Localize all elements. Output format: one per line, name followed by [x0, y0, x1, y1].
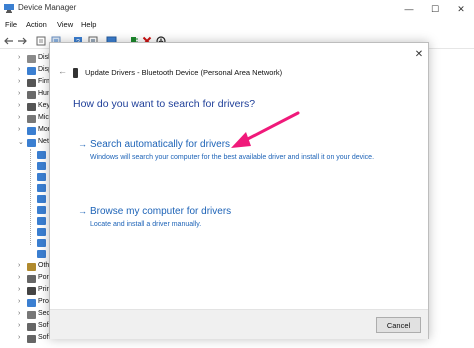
disk-drive-icon: [27, 55, 36, 63]
option-title[interactable]: Browse my computer for drivers: [90, 206, 231, 217]
expand-icon[interactable]: ›: [18, 274, 20, 281]
menu-action[interactable]: Action: [26, 20, 47, 29]
menu-view[interactable]: View: [57, 20, 73, 29]
security-devices-icon: [27, 311, 36, 319]
option-title[interactable]: Search automatically for drivers: [90, 139, 230, 150]
expand-icon[interactable]: ›: [18, 114, 20, 121]
network-adapter-icon: [37, 217, 46, 225]
tree-item-label: Oth: [38, 262, 50, 269]
back-arrow-icon[interactable]: ←: [58, 66, 67, 76]
display-adapter-icon: [27, 67, 36, 75]
expand-icon[interactable]: ›: [18, 322, 20, 329]
mice-icon: [27, 115, 36, 123]
network-adapter-icon: [37, 162, 46, 170]
dialog-footer: Cancel: [50, 309, 428, 339]
maximize-button[interactable]: ☐: [425, 1, 445, 17]
minimize-button[interactable]: —: [399, 1, 419, 17]
processors-icon: [27, 299, 36, 307]
collapse-icon[interactable]: ⌄: [18, 138, 24, 146]
device-manager-icon: [4, 4, 14, 13]
expand-icon[interactable]: ›: [18, 102, 20, 109]
option-arrow-icon: →: [78, 139, 87, 149]
option-description: Windows will search your computer for th…: [90, 154, 375, 161]
dialog-close-button[interactable]: ✕: [412, 47, 426, 61]
menu-help[interactable]: Help: [81, 20, 96, 29]
network-adapter-icon: [27, 139, 36, 147]
forward-arrow-icon[interactable]: [16, 35, 27, 46]
network-adapter-icon: [37, 151, 46, 159]
expand-icon[interactable]: ›: [18, 78, 20, 85]
expand-icon[interactable]: ›: [18, 126, 20, 133]
firmware-icon: [27, 79, 36, 87]
properties-icon[interactable]: [35, 35, 46, 46]
menu-file[interactable]: File: [5, 20, 17, 29]
network-adapter-icon: [37, 173, 46, 181]
title-bar: Device Manager — ☐ ✕: [0, 0, 474, 18]
tree-item-label: Mic: [38, 114, 49, 121]
expand-icon[interactable]: ›: [18, 298, 20, 305]
window-title: Device Manager: [18, 3, 77, 12]
ports-icon: [27, 275, 36, 283]
keyboard-icon: [27, 103, 36, 111]
network-adapter-icon: [37, 239, 46, 247]
print-queues-icon: [27, 287, 36, 295]
menu-bar: File Action View Help: [0, 18, 474, 32]
expand-icon[interactable]: ›: [18, 262, 20, 269]
network-adapter-icon: [37, 250, 46, 258]
expand-icon[interactable]: ›: [18, 310, 20, 317]
dialog-title: Update Drivers - Bluetooth Device (Perso…: [85, 68, 283, 77]
update-drivers-dialog: ✕ ← Update Drivers - Bluetooth Device (P…: [49, 42, 429, 339]
network-adapter-icon: [37, 195, 46, 203]
expand-icon[interactable]: ›: [18, 54, 20, 61]
network-adapter-icon: [37, 184, 46, 192]
human-interface-icon: [27, 91, 36, 99]
dialog-question: How do you want to search for drivers?: [73, 98, 256, 110]
expand-icon[interactable]: ›: [18, 66, 20, 73]
expand-icon[interactable]: ›: [18, 334, 20, 341]
device-icon: [73, 68, 78, 78]
option-arrow-icon: →: [78, 206, 87, 216]
cancel-button[interactable]: Cancel: [376, 317, 421, 333]
expand-icon[interactable]: ›: [18, 90, 20, 97]
back-arrow-icon[interactable]: [3, 35, 14, 46]
expand-icon[interactable]: ›: [18, 286, 20, 293]
option-description: Locate and install a driver manually.: [90, 221, 202, 228]
software-components-icon: [27, 323, 36, 331]
software-devices-icon: [27, 335, 36, 343]
monitor-category-icon: [27, 127, 36, 135]
tree-item-label: Net: [38, 138, 49, 145]
network-adapter-icon: [37, 206, 46, 214]
other-devices-icon: [27, 263, 36, 271]
close-button[interactable]: ✕: [451, 1, 471, 17]
network-adapter-icon: [37, 228, 46, 236]
